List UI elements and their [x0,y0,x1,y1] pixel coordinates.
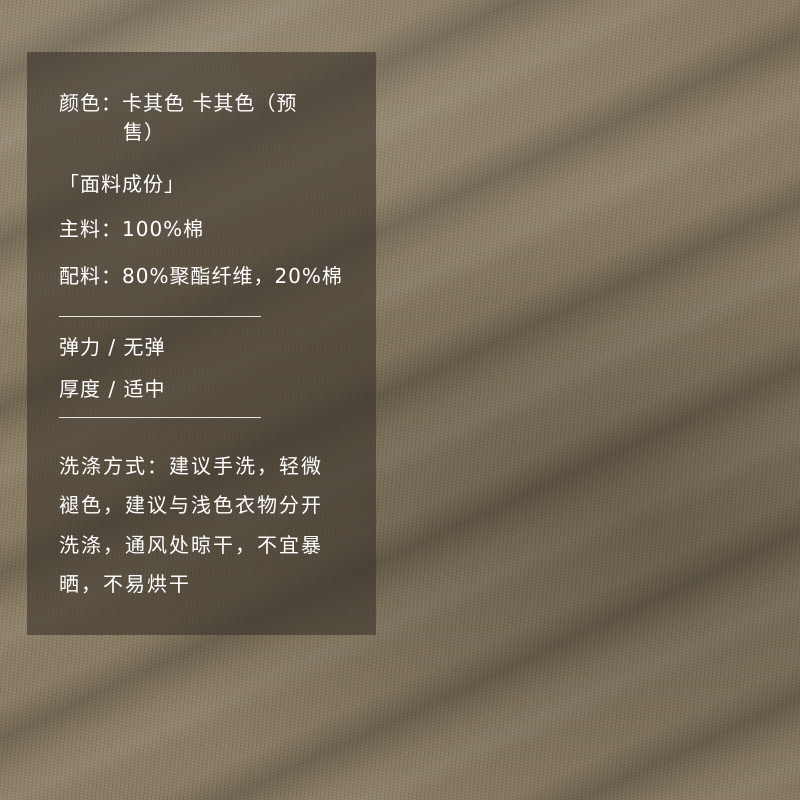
main-material: 主料：100%棉 [59,217,205,241]
color-row: 颜色：卡其色 卡其色（预 [59,90,297,116]
divider-top [59,316,261,317]
wash-line-1: 洗涤方式：建议手洗，轻微 [59,454,323,478]
wash-line-3: 洗涤，通风处晾干，不宜暴 [59,533,323,557]
wash-line-2: 褪色，建议与浅色衣物分开 [59,493,323,517]
color-label: 颜色： [59,91,122,115]
wash-line-4: 晒，不易烘干 [59,572,191,596]
divider-bottom [59,417,261,418]
thickness: 厚度 / 适中 [59,377,166,401]
color-value-line1: 卡其色 卡其色（预 [122,91,298,115]
color-value-line2: 售） [123,120,165,144]
composition-heading: 「面料成份」 [59,172,185,196]
lining-material: 配料：80%聚酯纤维，20%棉 [59,264,343,288]
elasticity: 弹力 / 无弹 [59,335,166,359]
